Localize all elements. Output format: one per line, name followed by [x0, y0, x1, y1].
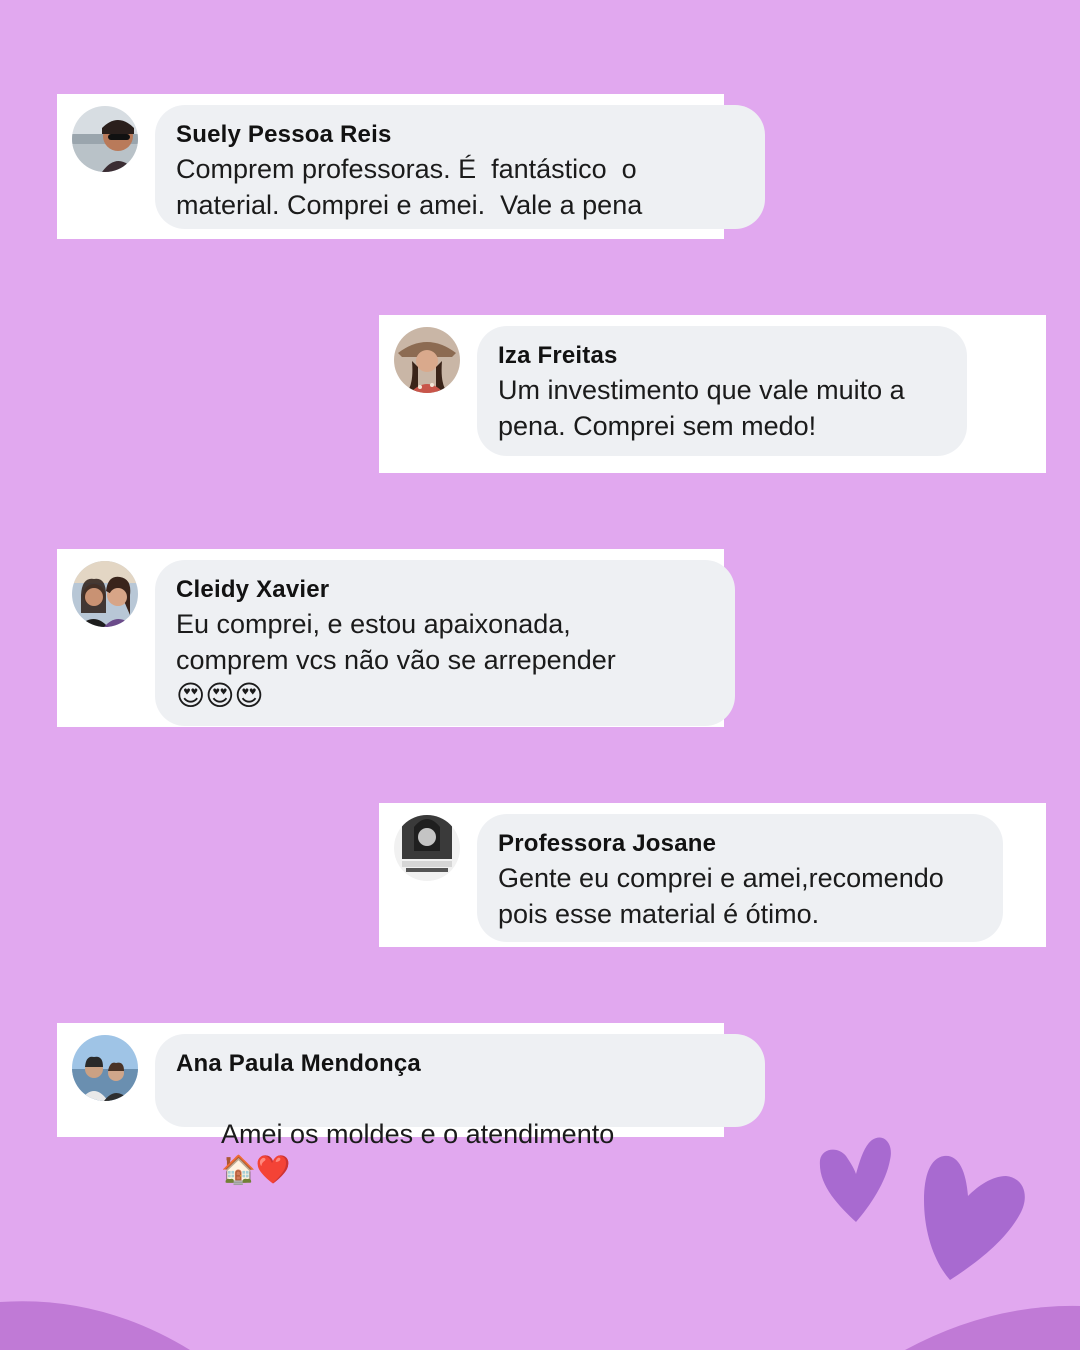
decorative-wave	[0, 1301, 1080, 1350]
